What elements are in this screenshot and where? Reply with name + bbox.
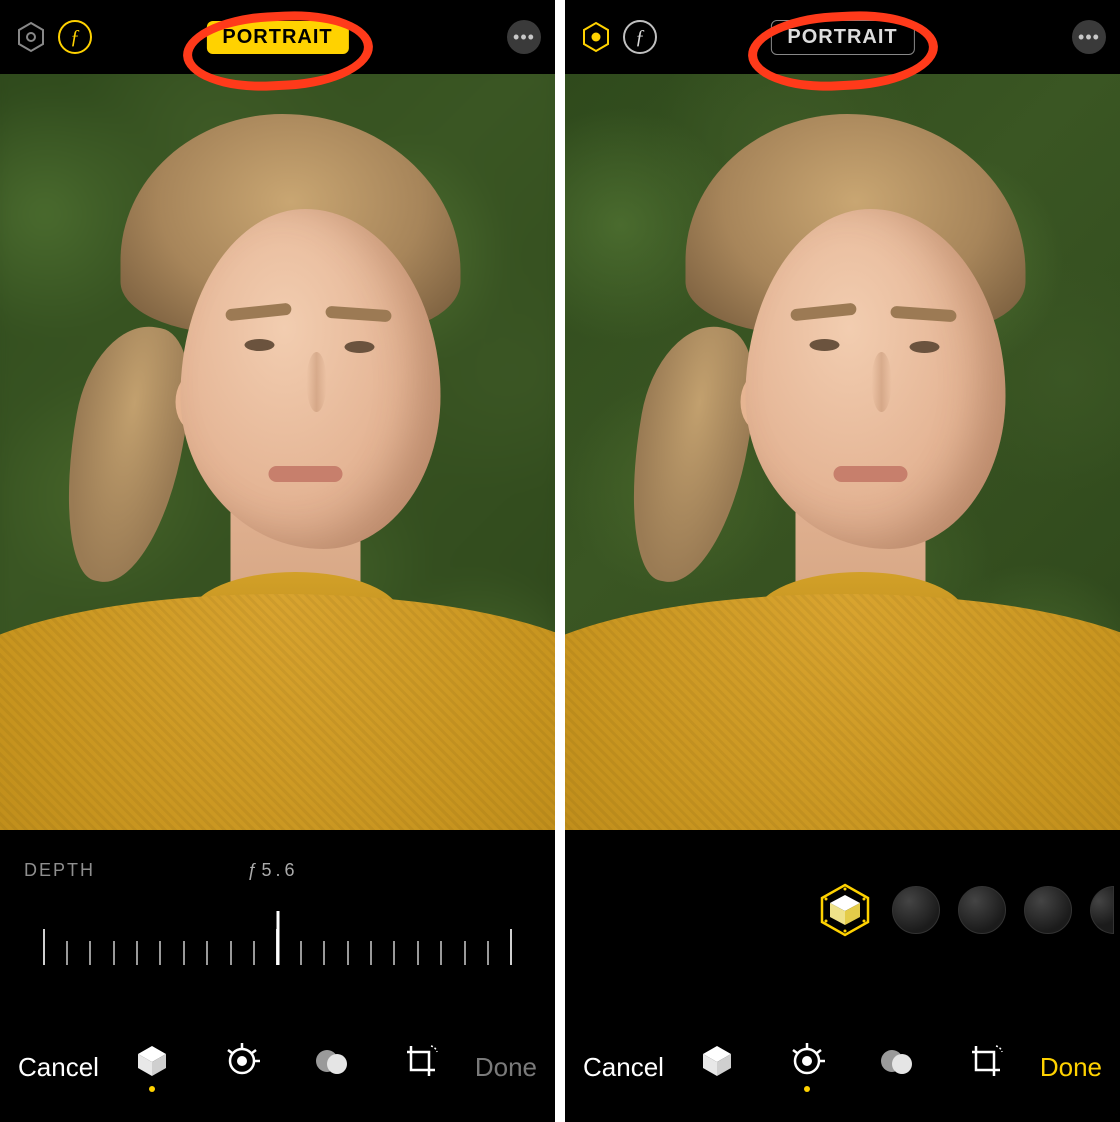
aperture-fstop-icon[interactable]: ƒ <box>623 20 657 54</box>
crop-rotate-icon[interactable] <box>399 1039 445 1095</box>
bottom-toolbar: Cancel Done <box>565 1012 1120 1122</box>
cancel-button[interactable]: Cancel <box>18 1052 99 1083</box>
done-button[interactable]: Done <box>1040 1052 1102 1083</box>
cancel-button[interactable]: Cancel <box>583 1052 664 1083</box>
portrait-badge[interactable]: PORTRAIT <box>206 21 348 54</box>
lighting-option-stage-mono[interactable] <box>1090 886 1114 934</box>
active-tool-dot <box>804 1086 810 1092</box>
lighting-hexagon-icon[interactable] <box>14 20 48 54</box>
lighting-option-studio[interactable] <box>892 886 940 934</box>
depth-value: ƒ5.6 <box>247 860 298 881</box>
left-editor-panel: ƒ PORTRAIT ••• DEPTH ƒ5.6 <box>0 0 555 1122</box>
lighting-options <box>565 830 1120 980</box>
lighting-option-contour[interactable] <box>958 886 1006 934</box>
right-editor-panel: ƒ PORTRAIT ••• <box>565 0 1120 1122</box>
top-bar: ƒ PORTRAIT ••• <box>0 0 555 74</box>
active-tool-dot <box>149 1086 155 1092</box>
portrait-cube-icon[interactable] <box>129 1039 175 1095</box>
depth-slider-thumb[interactable] <box>276 911 279 965</box>
portrait-badge[interactable]: PORTRAIT <box>770 20 914 55</box>
top-bar: ƒ PORTRAIT ••• <box>565 0 1120 74</box>
lighting-option-stage[interactable] <box>1024 886 1072 934</box>
photo-preview[interactable] <box>0 74 555 830</box>
crop-rotate-icon[interactable] <box>964 1039 1010 1095</box>
filters-circles-icon[interactable] <box>309 1039 355 1095</box>
depth-slider[interactable] <box>43 905 513 965</box>
aperture-fstop-icon[interactable]: ƒ <box>58 20 92 54</box>
done-button[interactable]: Done <box>475 1052 537 1083</box>
bottom-toolbar: Cancel Done <box>0 1012 555 1122</box>
adjust-dial-icon[interactable] <box>784 1039 830 1095</box>
depth-controls: DEPTH ƒ5.6 <box>0 830 555 980</box>
filters-circles-icon[interactable] <box>874 1039 920 1095</box>
more-options-icon[interactable]: ••• <box>507 20 541 54</box>
adjust-dial-icon[interactable] <box>219 1039 265 1095</box>
lighting-option-natural[interactable] <box>816 881 874 939</box>
depth-label: DEPTH <box>24 860 95 881</box>
more-options-icon[interactable]: ••• <box>1072 20 1106 54</box>
photo-preview[interactable] <box>565 74 1120 830</box>
lighting-hexagon-icon[interactable] <box>579 20 613 54</box>
portrait-cube-icon[interactable] <box>694 1039 740 1095</box>
